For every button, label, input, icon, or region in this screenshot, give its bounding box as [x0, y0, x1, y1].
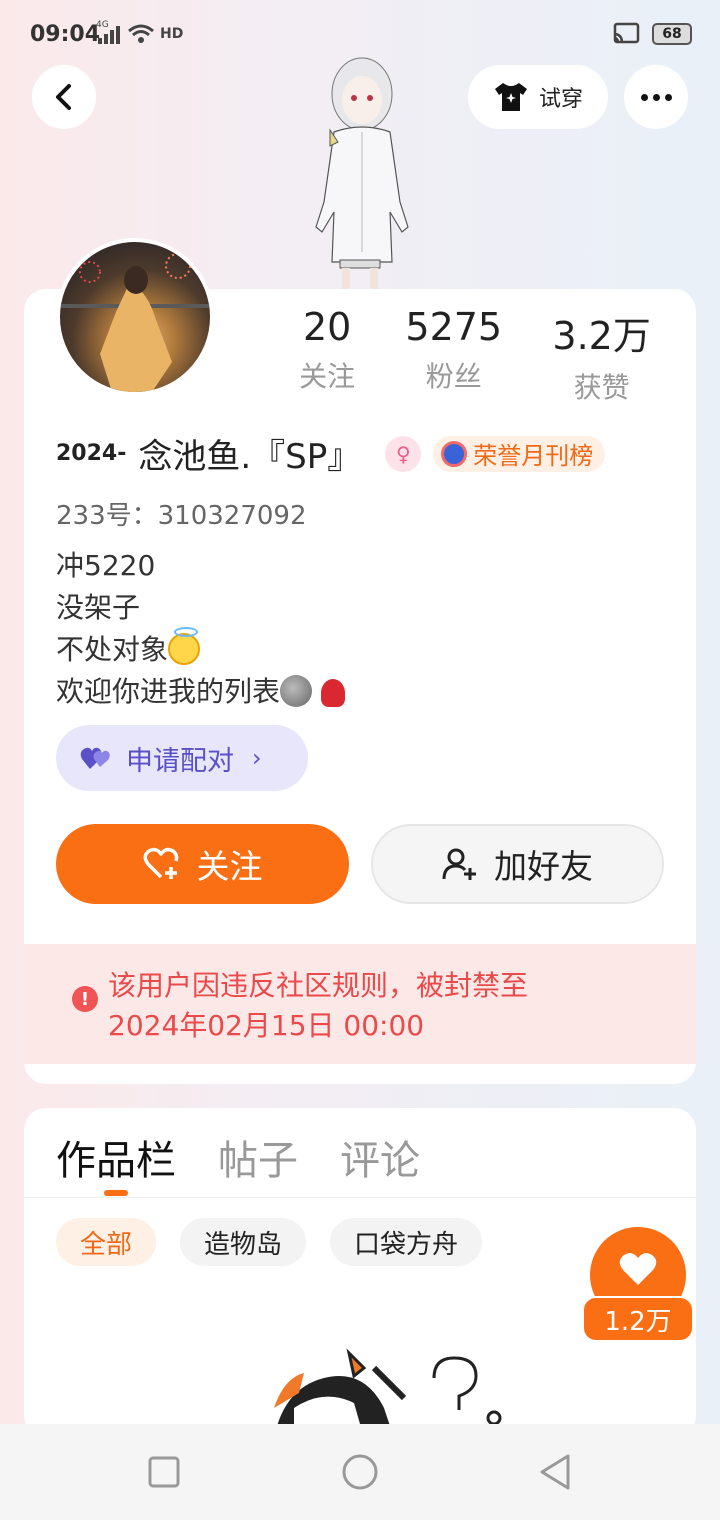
- ban-notice: ! 该用户因违反社区规则，被封禁至 2024年02月15日 00:00: [24, 944, 696, 1064]
- followers-count: 5275: [405, 305, 503, 349]
- following-label: 关注: [299, 360, 356, 393]
- character-avatar-image: [315, 57, 409, 292]
- bio-line-with-emoji: 不处对象: [56, 627, 345, 671]
- try-on-label: 试穿: [538, 87, 583, 112]
- bio-line: 欢迎你进我的列表: [56, 675, 281, 708]
- tab-works[interactable]: 作品栏: [56, 1128, 176, 1196]
- chevron-right-icon: ›: [252, 744, 262, 772]
- tab-comments-label: 评论: [340, 1138, 420, 1184]
- back-button[interactable]: [32, 65, 96, 129]
- active-tab-indicator: [104, 1190, 128, 1196]
- rose-emoji-icon: [320, 679, 345, 707]
- name-row: 2024- 念池鱼.『SP』 ♀ 荣誉月刊榜: [56, 429, 606, 478]
- followers-label: 粉丝: [425, 360, 482, 393]
- works-filter: 全部 造物岛 口袋方舟: [56, 1218, 483, 1266]
- status-time: 09:04: [30, 22, 101, 47]
- signal-icon: 4G: [96, 20, 122, 44]
- add-friend-button[interactable]: 加好友: [371, 824, 664, 904]
- bio-line: 冲5220: [56, 549, 156, 582]
- avatar-photo: [60, 253, 210, 392]
- likes-count: 3.2万: [552, 314, 651, 358]
- hd-indicator: HD: [160, 26, 184, 42]
- tab-posts[interactable]: 帖子: [218, 1128, 298, 1186]
- more-icon: [640, 93, 672, 101]
- cast-icon: [613, 22, 640, 44]
- likes-stat[interactable]: 3.2万 获赞: [552, 305, 650, 406]
- network-type: 4G: [96, 20, 109, 30]
- female-icon: ♀: [385, 435, 422, 472]
- filter-all[interactable]: 全部: [56, 1218, 157, 1266]
- following-stat[interactable]: 20 关注: [299, 305, 355, 406]
- name-prefix: 2024-: [56, 441, 127, 466]
- battery-indicator: 68: [652, 23, 692, 45]
- like-count: 1.2万: [582, 1296, 694, 1342]
- profile-stats: 20 关注 5275 粉丝 3.2万 获赞: [274, 305, 676, 406]
- tab-works-label: 作品栏: [56, 1138, 176, 1184]
- moon-face-emoji-icon: [280, 675, 313, 707]
- add-user-icon: [442, 848, 476, 880]
- wifi-icon: [128, 24, 154, 43]
- user-id: 233号：310327092: [56, 501, 307, 531]
- filter-pocket-ark[interactable]: 口袋方舟: [330, 1218, 483, 1266]
- follow-label: 关注: [196, 847, 263, 886]
- warning-icon: !: [72, 986, 98, 1012]
- honor-badge-label: 荣誉月刊榜: [473, 442, 594, 470]
- heart-plus-icon: [143, 847, 178, 879]
- following-count: 20: [302, 305, 352, 349]
- user-bio: 冲5220 没架子 不处对象 欢迎你进我的列表: [56, 545, 345, 713]
- likes-label: 获赞: [573, 371, 630, 404]
- back-nav-button[interactable]: [536, 1452, 576, 1492]
- filter-creation-island[interactable]: 造物岛: [180, 1218, 307, 1266]
- tshirt-icon: [494, 83, 527, 111]
- chevron-left-icon: [56, 84, 71, 110]
- ban-message: 该用户因违反社区规则，被封禁至 2024年02月15日 00:00: [108, 966, 528, 1046]
- status-right: 68: [612, 22, 692, 46]
- home-button[interactable]: [340, 1452, 380, 1492]
- follow-button[interactable]: 关注: [56, 824, 349, 904]
- ban-until: 2024年02月15日 00:00: [108, 1009, 425, 1042]
- try-on-button[interactable]: 试穿: [468, 65, 608, 129]
- more-button[interactable]: [624, 65, 688, 129]
- status-icons: 4G HD: [96, 20, 184, 44]
- tab-posts-label: 帖子: [218, 1138, 298, 1184]
- bio-line: 没架子: [56, 591, 141, 624]
- bio-line-with-emoji: 欢迎你进我的列表: [56, 671, 345, 713]
- user-avatar[interactable]: [56, 238, 214, 396]
- content-tabs: 作品栏 帖子 评论: [56, 1128, 420, 1196]
- angel-emoji-icon: [168, 627, 201, 665]
- recent-apps-button[interactable]: [144, 1452, 184, 1492]
- double-heart-icon: [80, 747, 110, 769]
- honor-badge[interactable]: 荣誉月刊榜: [433, 435, 606, 472]
- add-friend-label: 加好友: [494, 847, 593, 886]
- bio-line: 不处对象: [56, 633, 169, 666]
- divider: [24, 1197, 696, 1198]
- request-pair-label: 申请配对: [126, 745, 234, 777]
- honor-medal-icon: [441, 440, 468, 467]
- tab-comments[interactable]: 评论: [340, 1128, 420, 1186]
- request-pair-button[interactable]: 申请配对 ›: [56, 725, 308, 791]
- ban-reason: 该用户因违反社区规则，被封禁至: [108, 969, 529, 1002]
- user-name: 念池鱼.『SP』: [138, 437, 362, 477]
- profile-card: 20 关注 5275 粉丝 3.2万 获赞 2024- 念池鱼.『SP』 ♀ 荣…: [24, 289, 696, 1084]
- system-nav-bar: [0, 1424, 720, 1520]
- followers-stat[interactable]: 5275 粉丝: [405, 305, 502, 406]
- heart-icon: [619, 1253, 657, 1285]
